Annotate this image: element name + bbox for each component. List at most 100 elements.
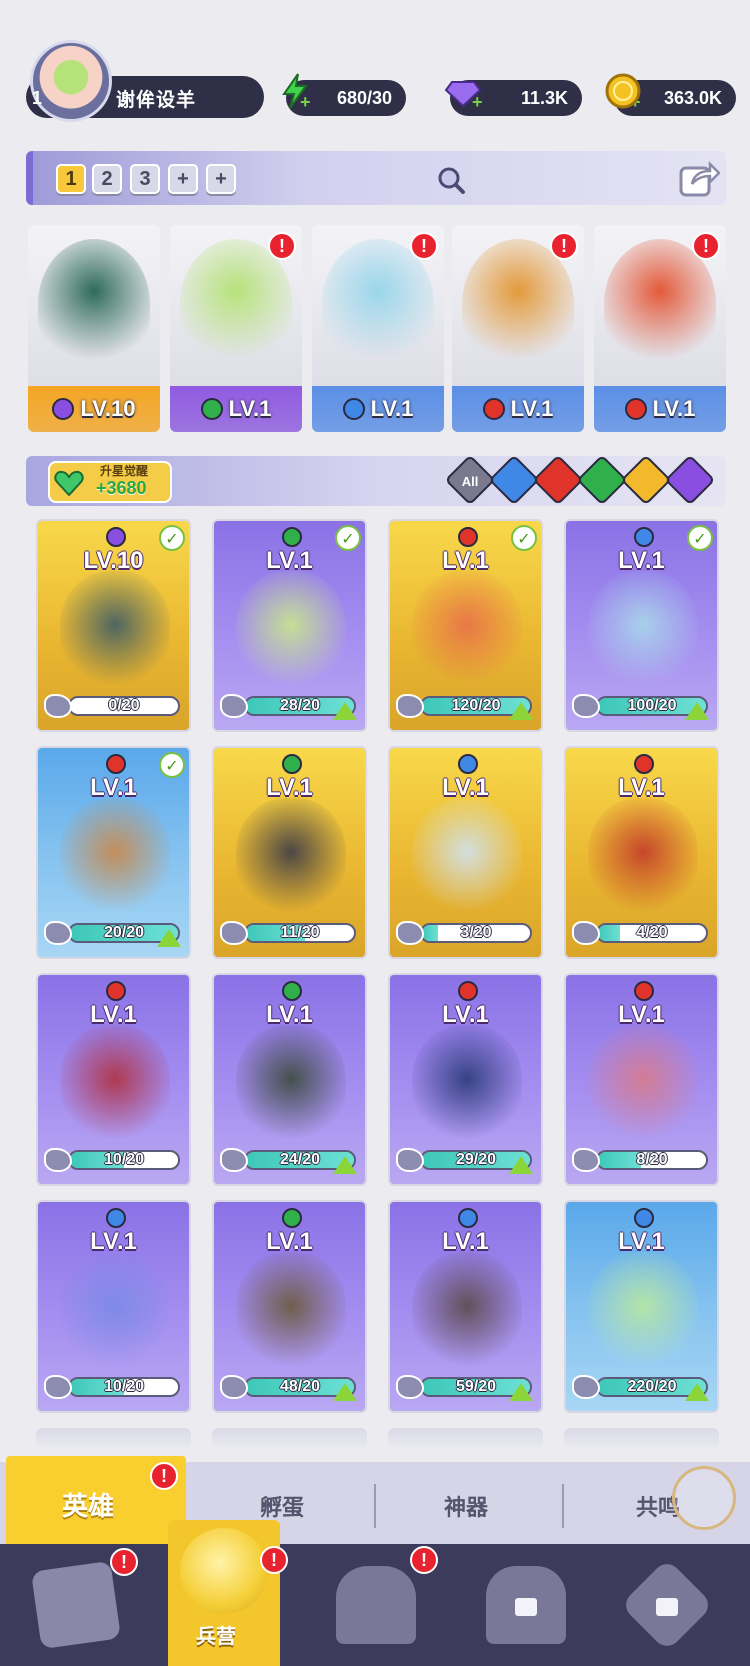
hero-level: LV.1 bbox=[266, 1228, 313, 1255]
hero-portrait bbox=[236, 571, 346, 691]
hero-card[interactable]: LV.1 59/20 bbox=[388, 1200, 543, 1413]
hero-portrait bbox=[588, 571, 698, 691]
shard-progress-text: 11/20 bbox=[280, 924, 320, 941]
hero-portrait bbox=[412, 1025, 522, 1145]
shard-icon bbox=[572, 1375, 600, 1399]
water-element-icon bbox=[634, 1208, 654, 1228]
team-slot-2[interactable]: 2 bbox=[92, 164, 122, 194]
fire-element-icon bbox=[458, 981, 478, 1001]
hero-level: LV.1 bbox=[618, 547, 665, 574]
hero-card[interactable]: LV.1 ✓ 20/20 bbox=[36, 746, 191, 959]
hero-level: LV.10 bbox=[83, 547, 144, 574]
shard-progress-bar: 10/20 bbox=[68, 1150, 180, 1170]
hero-level: LV.1 bbox=[442, 1228, 489, 1255]
hero-level: LV.1 bbox=[90, 1001, 137, 1028]
hero-level: LV.1 bbox=[618, 1001, 665, 1028]
stamina-value: 680/30 bbox=[336, 87, 392, 108]
shard-icon bbox=[396, 921, 424, 945]
share-icon[interactable] bbox=[678, 158, 720, 198]
hero-portrait bbox=[412, 571, 522, 691]
team-member-alert-icon: ! bbox=[550, 232, 578, 260]
next-row-card bbox=[36, 1428, 191, 1448]
fire-element-icon bbox=[458, 527, 478, 547]
upgrade-arrow-icon bbox=[685, 1383, 709, 1401]
hero-card[interactable]: LV.1 220/20 bbox=[564, 1200, 719, 1413]
hero-card[interactable]: LV.1 3/20 bbox=[388, 746, 543, 959]
in-team-check-icon: ✓ bbox=[159, 752, 185, 778]
lightning-icon bbox=[282, 73, 308, 109]
hero-card[interactable]: LV.1 10/20 bbox=[36, 973, 191, 1186]
fire-element-icon bbox=[106, 981, 126, 1001]
wind-element-icon bbox=[200, 398, 223, 420]
hero-card[interactable]: LV.1 8/20 bbox=[564, 973, 719, 1186]
team-member-level: LV.1 bbox=[452, 386, 584, 432]
team-slot-1[interactable]: 1 bbox=[56, 164, 86, 194]
team-member-level: LV.10 bbox=[28, 386, 160, 432]
team-slot-add-1[interactable]: + bbox=[168, 164, 198, 194]
shard-icon bbox=[220, 1375, 248, 1399]
hero-portrait bbox=[588, 798, 698, 918]
cards-icon[interactable] bbox=[30, 1560, 122, 1650]
water-element-icon bbox=[458, 754, 478, 774]
fire-element-icon bbox=[624, 398, 647, 420]
shard-icon bbox=[44, 921, 72, 945]
hero-card[interactable]: LV.1 48/20 bbox=[212, 1200, 367, 1413]
lock-icon bbox=[656, 1598, 678, 1616]
upgrade-arrow-icon bbox=[509, 702, 533, 720]
team-member-level-text: LV.1 bbox=[228, 396, 272, 421]
team-member-level-text: LV.10 bbox=[80, 396, 136, 421]
shard-icon bbox=[396, 1375, 424, 1399]
shard-progress-text: 8/20 bbox=[636, 1151, 668, 1168]
water-element-icon bbox=[458, 1208, 478, 1228]
tab-hatch[interactable]: 孵蛋 bbox=[260, 1490, 304, 1522]
hero-level: LV.1 bbox=[618, 1228, 665, 1255]
hero-card[interactable]: LV.1 10/20 bbox=[36, 1200, 191, 1413]
shard-progress-bar: 10/20 bbox=[68, 1377, 180, 1397]
hero-card[interactable]: LV.10 ✓ 0/20 bbox=[36, 519, 191, 732]
upgrade-arrow-icon bbox=[685, 702, 709, 720]
map-alert-icon: ! bbox=[410, 1546, 438, 1574]
in-team-check-icon: ✓ bbox=[511, 525, 537, 551]
shard-progress-bar: 11/20 bbox=[244, 923, 356, 943]
in-team-check-icon: ✓ bbox=[159, 525, 185, 551]
map-book-icon[interactable] bbox=[336, 1566, 416, 1644]
player-name: 谢侔设羊 bbox=[116, 89, 197, 111]
shard-icon bbox=[396, 694, 424, 718]
hero-card[interactable]: LV.1 4/20 bbox=[564, 746, 719, 959]
player-avatar[interactable] bbox=[30, 40, 112, 122]
shard-progress-text: 4/20 bbox=[636, 924, 668, 941]
upgrade-arrow-icon bbox=[509, 1156, 533, 1174]
hero-card[interactable]: LV.1 11/20 bbox=[212, 746, 367, 959]
shard-progress-text: 3/20 bbox=[460, 924, 492, 941]
dark-element-icon bbox=[52, 398, 75, 420]
gems-value: 11.3K bbox=[520, 87, 568, 108]
hero-card[interactable]: LV.1 ✓ 28/20 bbox=[212, 519, 367, 732]
shard-progress-text: 0/20 bbox=[108, 697, 140, 714]
shard-icon bbox=[44, 1375, 72, 1399]
team-member-level: LV.1 bbox=[170, 386, 302, 432]
hero-card[interactable]: LV.1 ✓ 100/20 bbox=[564, 519, 719, 732]
team-member-level-text: LV.1 bbox=[652, 396, 696, 421]
hero-level: LV.1 bbox=[442, 774, 489, 801]
fire-element-icon bbox=[106, 754, 126, 774]
hero-portrait bbox=[588, 1252, 698, 1372]
floating-assist-button[interactable] bbox=[672, 1466, 736, 1530]
team-member-card[interactable]: LV.10 bbox=[28, 225, 160, 432]
hero-card[interactable]: LV.1 ✓ 120/20 bbox=[388, 519, 543, 732]
hero-card[interactable]: LV.1 24/20 bbox=[212, 973, 367, 1186]
wind-element-icon bbox=[282, 754, 302, 774]
hero-card[interactable]: LV.1 29/20 bbox=[388, 973, 543, 1186]
shard-progress-bar: 0/20 bbox=[68, 696, 180, 716]
water-element-icon bbox=[634, 527, 654, 547]
zoom-search-icon[interactable] bbox=[436, 165, 466, 195]
water-element-icon bbox=[342, 398, 365, 420]
shard-icon bbox=[572, 921, 600, 945]
tab-artifact[interactable]: 神器 bbox=[444, 1490, 488, 1522]
shard-progress-text: 10/20 bbox=[103, 1151, 145, 1168]
team-slot-add-2[interactable]: + bbox=[206, 164, 236, 194]
team-member-alert-icon: ! bbox=[268, 232, 296, 260]
hero-portrait bbox=[60, 1025, 170, 1145]
fire-element-icon bbox=[634, 754, 654, 774]
team-slot-3[interactable]: 3 bbox=[130, 164, 160, 194]
tab-divider bbox=[374, 1484, 376, 1528]
